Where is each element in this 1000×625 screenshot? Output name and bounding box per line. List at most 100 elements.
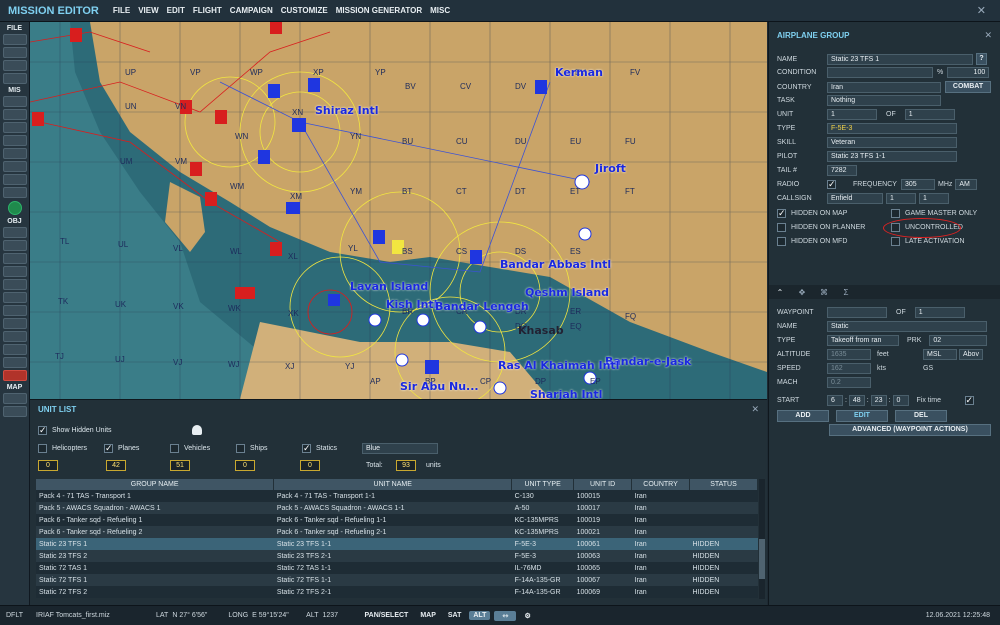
altitude-view-button[interactable]: ALT (469, 611, 491, 620)
table-row[interactable]: Static 23 TFS 2 Static 23 TFS 2-1 F-5E-3 10… (36, 550, 758, 562)
col-unit-name[interactable]: UNIT NAME (273, 479, 513, 490)
condition-field[interactable] (827, 67, 933, 78)
skill-select[interactable]: Veteran (827, 137, 957, 148)
add-initial-point-icon[interactable] (3, 344, 27, 355)
show-hidden-checkbox[interactable] (38, 425, 47, 436)
hidden-on-mfd-checkbox[interactable] (777, 237, 786, 246)
callsign-number-field[interactable]: 1 (919, 193, 949, 204)
parking-select[interactable]: 02 (929, 335, 988, 346)
close-icon[interactable]: ✕ (751, 404, 759, 415)
table-row[interactable]: Pack 5 - AWACS Squadron - AWACS 1 Pack 5 … (36, 502, 758, 514)
menu-campaign[interactable]: CAMPAIGN (226, 6, 277, 15)
add-ship-icon[interactable] (3, 253, 27, 264)
add-trigger-zone-icon[interactable] (3, 305, 27, 316)
mode-indicator[interactable]: DFLT (6, 612, 36, 619)
col-group-name[interactable]: GROUP NAME (36, 479, 275, 490)
tail-number-field[interactable]: 7282 (827, 165, 857, 176)
menu-view[interactable]: VIEW (134, 6, 162, 15)
delete-icon[interactable] (3, 370, 27, 381)
route-tab-icon[interactable]: ⌃ (769, 288, 791, 297)
table-row[interactable]: Static 72 TFS 1 Static 72 TFS 1-1 F-14A-13… (36, 574, 758, 586)
menu-misc[interactable]: MISC (426, 6, 454, 15)
table-row[interactable]: Static 72 TAS 1 Static 72 TAS 1-1 IL-76MD 1… (36, 562, 758, 574)
open-mission-icon[interactable] (3, 47, 27, 58)
mission-tool-icon[interactable] (3, 122, 27, 133)
col-status[interactable]: STATUS (689, 479, 758, 490)
task-select[interactable]: Nothing (827, 95, 941, 106)
add-template-icon[interactable] (3, 292, 27, 303)
hidden-on-planner-checkbox[interactable] (777, 223, 786, 232)
scrollbar-thumb[interactable] (759, 539, 765, 579)
add-helicopter-icon[interactable] (3, 240, 27, 251)
add-nav-point-icon[interactable] (3, 318, 27, 329)
table-row[interactable]: Pack 4 - 71 TAS - Transport 1 Pack 4 - 71… (36, 490, 758, 502)
waypoint-select[interactable] (827, 307, 887, 318)
table-row[interactable]: Static 72 TFS 2 Static 72 TFS 2-1 F-14A-13… (36, 586, 758, 598)
mission-tool-icon[interactable] (3, 135, 27, 146)
aircraft-type-select[interactable]: F-5E-3 (827, 123, 957, 134)
start-hour-field[interactable]: 48 (848, 395, 865, 406)
mission-tool-icon[interactable] (3, 161, 27, 172)
modulation-select[interactable]: AM (955, 179, 978, 190)
country-select[interactable]: Iran (827, 81, 941, 93)
advanced-waypoint-actions-button[interactable]: ADVANCED (WAYPOINT ACTIONS) (829, 424, 991, 436)
statics-checkbox[interactable] (302, 443, 311, 454)
summary-tab-icon[interactable]: ⌘ (813, 288, 835, 297)
start-second-field[interactable]: 0 (892, 395, 909, 406)
table-row[interactable]: Pack 6 - Tanker sqd - Refueling 1 Pack 6 … (36, 514, 758, 526)
combat-button[interactable]: COMBAT (945, 81, 991, 93)
mission-tool-icon[interactable] (3, 148, 27, 159)
triggers-tab-icon[interactable]: Σ (835, 288, 857, 297)
mission-tool-icon[interactable] (3, 109, 27, 120)
fix-time-checkbox[interactable] (964, 395, 974, 406)
add-static-icon[interactable] (3, 279, 27, 290)
pilot-field[interactable]: Static 23 TFS 1-1 (827, 151, 957, 162)
hidden-on-map-checkbox[interactable] (777, 208, 786, 219)
frequency-field[interactable]: 305 (901, 179, 935, 190)
ruler-icon[interactable] (3, 406, 27, 417)
edit-waypoint-button[interactable]: EDIT (836, 410, 888, 422)
unit-list-scrollbar[interactable] (759, 479, 765, 599)
altitude-ref-select[interactable]: MSL (923, 349, 957, 360)
helicopters-checkbox[interactable] (38, 444, 47, 453)
speed-field[interactable]: 162 (827, 363, 871, 374)
add-vehicle-icon[interactable] (3, 266, 27, 277)
menu-mission-generator[interactable]: MISSION GENERATOR (332, 6, 426, 15)
map-options-icon[interactable] (3, 393, 27, 404)
ships-checkbox[interactable] (236, 444, 245, 453)
delete-waypoint-button[interactable]: DEL (895, 410, 947, 422)
coalition-select[interactable]: Blue (362, 443, 438, 454)
save-as-icon[interactable] (3, 73, 27, 84)
start-day-field[interactable]: 6 (827, 395, 843, 406)
add-waypoint-button[interactable]: ADD (777, 410, 829, 422)
close-icon[interactable]: ✕ (977, 4, 986, 17)
menu-file[interactable]: FILE (109, 6, 134, 15)
planes-checkbox[interactable] (104, 443, 113, 454)
col-unit-type[interactable]: UNIT TYPE (511, 479, 575, 490)
late-activation-checkbox[interactable] (891, 237, 900, 246)
game-master-only-checkbox[interactable] (891, 209, 900, 218)
radio-checkbox[interactable] (827, 179, 836, 190)
table-row[interactable]: Pack 6 - Tanker sqd - Refueling 2 Pack 6 … (36, 526, 758, 538)
mission-tool-icon[interactable] (3, 174, 27, 185)
menu-flight[interactable]: FLIGHT (189, 6, 226, 15)
altitude-field[interactable]: 1635 (827, 349, 871, 360)
satellite-view-button[interactable]: SAT (444, 611, 465, 620)
new-mission-icon[interactable] (3, 34, 27, 45)
callsign-select[interactable]: Enfield (827, 193, 883, 204)
condition-value-field[interactable]: 100 (947, 67, 990, 78)
menu-customize[interactable]: CUSTOMIZE (277, 6, 332, 15)
ruler-icon[interactable]: ⇿ (494, 610, 517, 621)
waypoint-name-field[interactable]: Static (827, 321, 987, 332)
map-view[interactable]: UP VP WP XP YP BV CV DV EV FV UN VN WN X… (30, 22, 767, 399)
col-country[interactable]: COUNTRY (631, 479, 690, 490)
save-mission-icon[interactable] (3, 60, 27, 71)
add-plane-icon[interactable] (3, 227, 27, 238)
fly-mission-icon[interactable] (8, 201, 22, 215)
payload-tab-icon[interactable]: ✥ (791, 288, 813, 297)
map-view-button[interactable]: MAP (416, 611, 440, 620)
col-unit-id[interactable]: UNIT ID (573, 479, 633, 490)
close-icon[interactable]: ✕ (984, 30, 992, 41)
gear-icon[interactable]: ⚙ (520, 611, 534, 621)
mach-field[interactable]: 0.2 (827, 377, 871, 388)
